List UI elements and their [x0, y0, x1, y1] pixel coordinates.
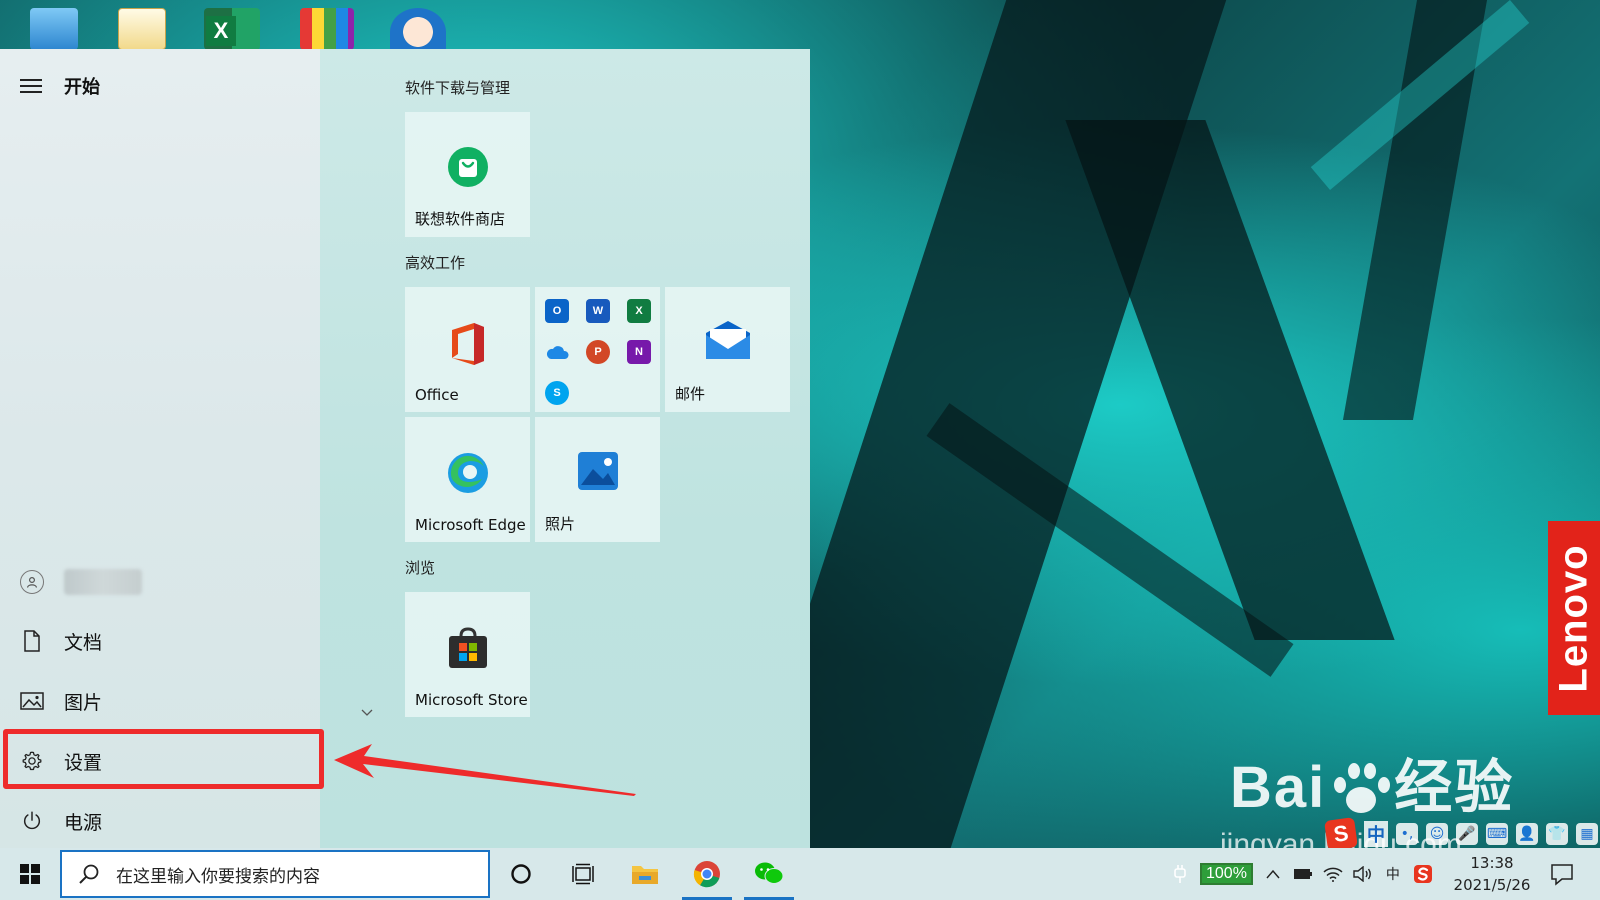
document-desktop-icon[interactable]	[118, 8, 166, 50]
tile-office[interactable]: Office	[405, 287, 530, 412]
chevron-up-icon[interactable]	[1263, 864, 1283, 884]
nav-pictures-label: 图片	[64, 691, 103, 714]
picture-icon	[0, 691, 64, 711]
tile-microsoft-store[interactable]: Microsoft Store	[405, 592, 530, 717]
power-plug-icon[interactable]	[1170, 864, 1190, 884]
tile-group-title[interactable]: 软件下载与管理	[405, 77, 510, 98]
powerpoint-icon[interactable]: P	[586, 340, 610, 364]
tile-label: Microsoft Store	[415, 691, 528, 709]
microphone-icon[interactable]: 🎤	[1456, 823, 1478, 845]
photos-icon	[535, 451, 660, 491]
tile-lenovo-store[interactable]: 联想软件商店	[405, 112, 530, 237]
start-menu-title: 开始	[64, 77, 100, 98]
chrome-icon	[693, 861, 720, 888]
search-icon	[79, 864, 99, 884]
chrome-taskbar-button[interactable]	[676, 848, 738, 900]
search-placeholder: 在这里输入你要搜索的内容	[116, 866, 320, 887]
mail-icon	[665, 321, 790, 361]
ime-indicator[interactable]: 中	[1383, 864, 1403, 884]
emoji-icon[interactable]: ☺	[1426, 823, 1448, 845]
tile-label: Office	[415, 386, 459, 404]
tile-group-title[interactable]: 高效工作	[405, 252, 465, 273]
nav-settings-label: 设置	[64, 751, 103, 774]
tile-office-apps-folder[interactable]: O W X P N S	[535, 287, 660, 412]
start-menu-left-pane: 开始 文档 图片 设置 电源	[0, 49, 320, 848]
baidu-jingyan-watermark: Bai经验 jingyan.baidu.com	[1220, 740, 1515, 861]
keyboard-icon[interactable]: ⌨	[1486, 823, 1508, 845]
baidu-paw-icon	[1330, 763, 1391, 815]
task-view-icon	[572, 863, 594, 885]
windows-start-button[interactable]	[0, 848, 60, 900]
windows-logo-icon	[20, 864, 40, 884]
start-menu-header: 开始	[20, 73, 100, 99]
user-icon	[0, 570, 64, 594]
tile-label: Microsoft Edge	[415, 516, 526, 534]
folder-icon	[632, 866, 658, 884]
nav-power[interactable]: 电源	[0, 792, 320, 850]
watermark-logo-left: Bai	[1230, 755, 1327, 820]
tile-label: 联想软件商店	[415, 210, 506, 228]
word-icon[interactable]: W	[586, 299, 610, 323]
onedrive-icon[interactable]	[545, 340, 569, 364]
store-bag-icon	[405, 626, 530, 670]
punctuation-icon[interactable]: •,	[1396, 823, 1418, 845]
taskbar: 在这里输入你要搜索的内容 100% 中 13:38 2021/5/26	[0, 848, 1600, 900]
onenote-icon[interactable]: N	[627, 340, 651, 364]
outlook-icon[interactable]: O	[545, 299, 569, 323]
watermark-logo-right: 经验	[1394, 755, 1515, 820]
books-desktop-icon[interactable]	[300, 8, 354, 50]
wifi-icon[interactable]	[1323, 864, 1343, 884]
tile-microsoft-edge[interactable]: Microsoft Edge	[405, 417, 530, 542]
tile-mail[interactable]: 邮件	[665, 287, 790, 412]
system-tray: 100% 中	[1170, 848, 1433, 900]
volume-icon[interactable]	[1353, 864, 1373, 884]
hamburger-menu-icon[interactable]	[20, 79, 42, 93]
sogou-tray-icon[interactable]	[1413, 864, 1433, 884]
toolbox-icon[interactable]: ▦	[1576, 823, 1598, 845]
office-icon	[405, 321, 530, 367]
clock-date: 2021/5/26	[1453, 876, 1531, 894]
battery-percentage[interactable]: 100%	[1200, 863, 1253, 885]
edge-icon	[405, 451, 530, 495]
excel-icon[interactable]: X	[627, 299, 651, 323]
tile-label: 邮件	[675, 385, 706, 403]
taskbar-clock[interactable]: 13:38 2021/5/26	[1442, 852, 1542, 896]
this-pc-desktop-icon[interactable]	[30, 8, 78, 50]
nav-documents-label: 文档	[64, 631, 103, 654]
tile-label: 照片	[545, 515, 576, 533]
clock-time: 13:38	[1470, 854, 1514, 872]
battery-icon[interactable]	[1293, 864, 1313, 884]
wechat-icon	[755, 862, 784, 884]
gear-icon	[0, 750, 64, 772]
nav-documents[interactable]: 文档	[0, 612, 320, 670]
lenovo-store-icon	[405, 146, 530, 188]
document-icon	[0, 630, 64, 652]
lenovo-logo-badge: Lenovo	[1548, 521, 1600, 715]
power-icon	[0, 810, 64, 832]
user-icon[interactable]: 👤	[1516, 823, 1538, 845]
ime-mode-label[interactable]: 中	[1364, 821, 1388, 847]
skin-icon[interactable]: 👕	[1546, 823, 1568, 845]
nav-power-label: 电源	[64, 811, 103, 834]
file-explorer-taskbar-button[interactable]	[614, 848, 676, 900]
nav-settings[interactable]: 设置	[0, 732, 320, 790]
wechat-taskbar-button[interactable]	[738, 848, 800, 900]
blurred-user-name	[64, 569, 142, 595]
task-view-button[interactable]	[552, 848, 614, 900]
skype-icon[interactable]: S	[545, 381, 569, 405]
nav-pictures[interactable]: 图片	[0, 672, 320, 730]
tile-photos[interactable]: 照片	[535, 417, 660, 542]
tile-group-title[interactable]: 浏览	[405, 557, 435, 578]
lenovo-logo-text: Lenovo	[1551, 543, 1596, 693]
sogou-ime-toolbar: S 中 •, ☺ 🎤 ⌨ 👤 👕 ▦	[1322, 817, 1600, 851]
taskbar-search-box[interactable]: 在这里输入你要搜索的内容	[60, 850, 490, 898]
sogou-logo-icon[interactable]: S	[1324, 817, 1358, 851]
collapse-chevron-down-icon[interactable]	[360, 706, 374, 720]
cortana-circle-icon	[511, 864, 531, 884]
action-center-notification-icon[interactable]	[1548, 860, 1576, 888]
cortana-button[interactable]	[490, 848, 552, 900]
excel-desktop-icon[interactable]: X	[204, 8, 260, 50]
user-account-item[interactable]	[0, 553, 320, 611]
